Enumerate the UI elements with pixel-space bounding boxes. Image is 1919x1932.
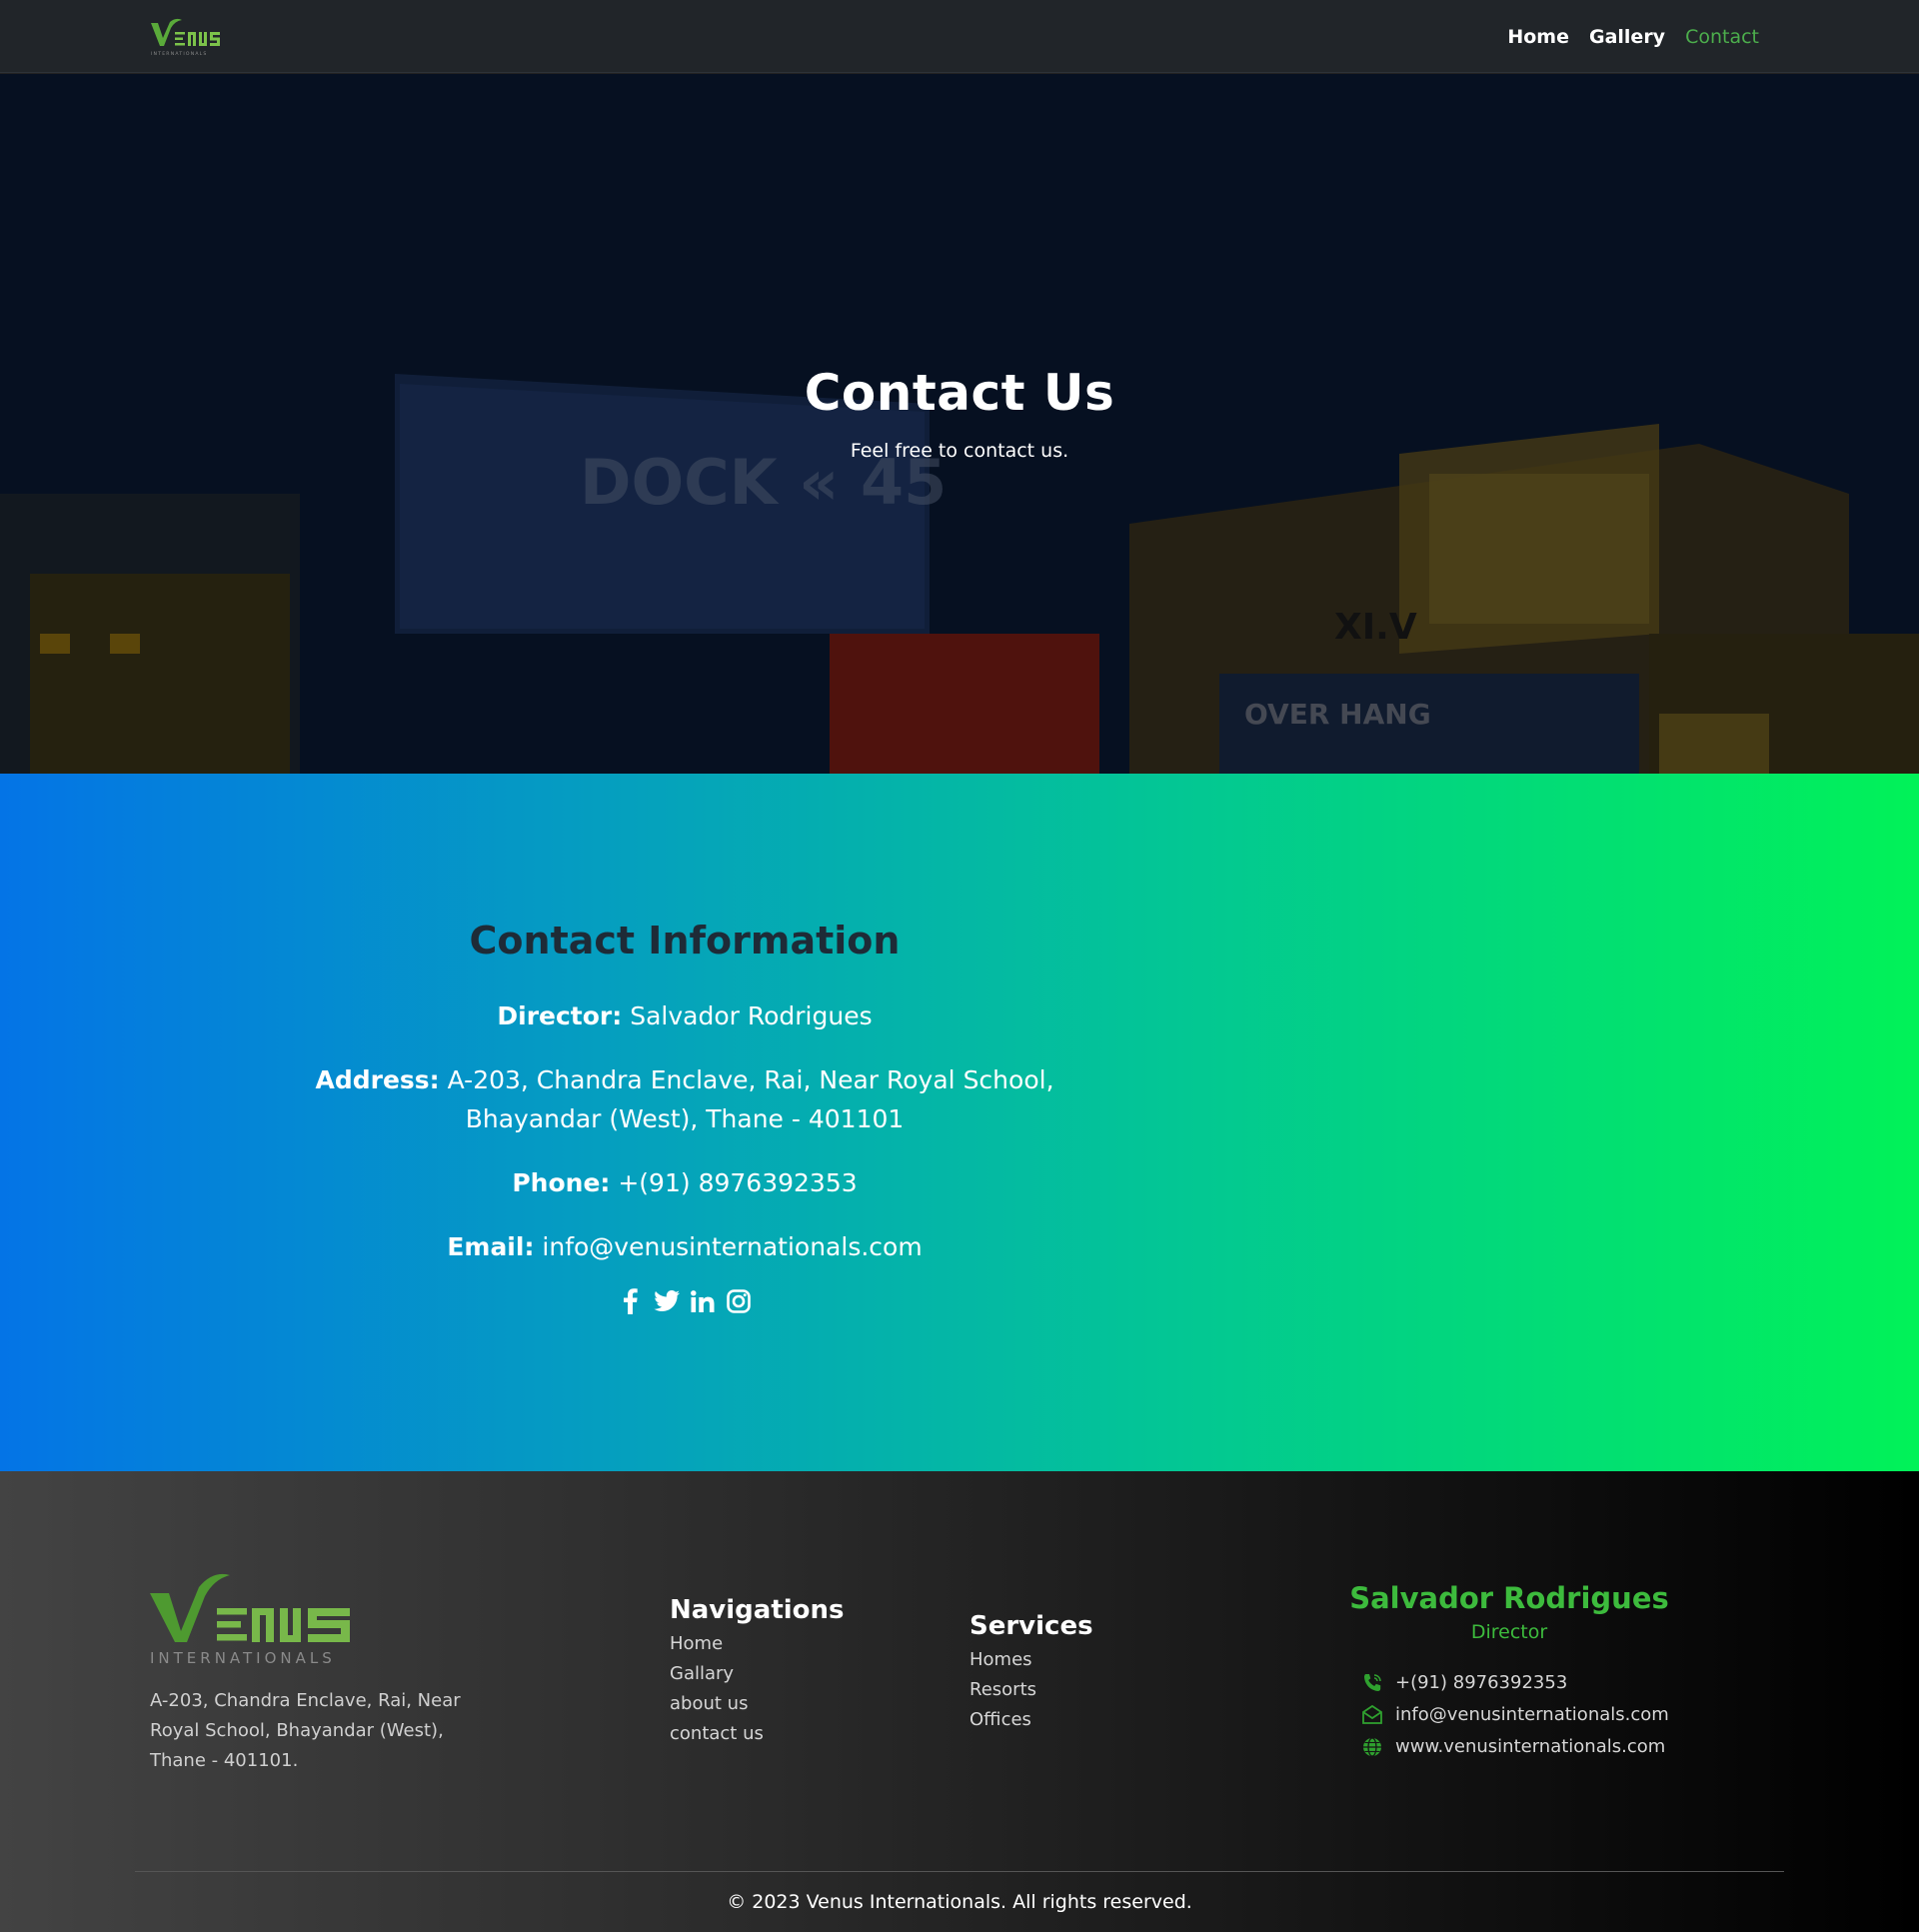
- footer-venus-logo[interactable]: INTERNATIONALS: [150, 1566, 350, 1666]
- footer-nav-title: Navigations: [670, 1595, 845, 1625]
- address-line: Address: A-203, Chandra Enclave, Rai, Ne…: [270, 1060, 1099, 1138]
- phone-icon: [1361, 1672, 1383, 1694]
- footer-nav-contact[interactable]: contact us: [670, 1719, 845, 1749]
- envelope-icon: [1361, 1704, 1383, 1726]
- footer-service-homes[interactable]: Homes: [969, 1645, 1093, 1675]
- instagram-icon[interactable]: [726, 1287, 752, 1315]
- email-line: Email: info@venusinternationals.com: [270, 1227, 1099, 1266]
- contact-info-section: Contact Information Director: Salvador R…: [0, 774, 1919, 1471]
- facebook-icon[interactable]: [618, 1287, 644, 1315]
- footer-services: Services Homes Resorts Offices: [969, 1611, 1093, 1735]
- footer-website-text: www.venusinternationals.com: [1395, 1736, 1666, 1757]
- email-label: Email:: [447, 1232, 535, 1261]
- hero-subtitle: Feel free to contact us.: [850, 440, 1069, 462]
- footer-email-text: info@venusinternationals.com: [1395, 1704, 1669, 1725]
- page-footer: INTERNATIONALS A-203, Chandra Enclave, R…: [0, 1471, 1919, 1932]
- svg-text:INTERNATIONALS: INTERNATIONALS: [151, 51, 208, 57]
- contact-info-title: Contact Information: [469, 919, 901, 963]
- phone-line: Phone: +(91) 8976392353: [270, 1163, 1099, 1202]
- address-label: Address:: [315, 1065, 440, 1094]
- footer-director-name: Salvador Rodrigues: [1349, 1581, 1669, 1615]
- footer-service-resorts[interactable]: Resorts: [969, 1675, 1093, 1705]
- director-value: Salvador Rodrigues: [630, 1001, 873, 1030]
- footer-contact-list: +(91) 8976392353 info@venusinternational…: [1361, 1667, 1719, 1763]
- director-label: Director:: [497, 1001, 623, 1030]
- footer-phone-text: +(91) 8976392353: [1395, 1672, 1568, 1693]
- nav-links: Home Gallery Contact: [1507, 0, 1759, 73]
- footer-service-offices[interactable]: Offices: [969, 1705, 1093, 1735]
- hero-title: Contact Us: [804, 364, 1115, 422]
- footer-address: A-203, Chandra Enclave, Rai, Near Royal …: [150, 1690, 461, 1771]
- social-links: [270, 1287, 1099, 1315]
- footer-website-row[interactable]: www.venusinternationals.com: [1361, 1731, 1719, 1763]
- svg-text:INTERNATIONALS: INTERNATIONALS: [150, 1649, 336, 1666]
- director-line: Director: Salvador Rodrigues: [270, 996, 1099, 1035]
- nav-contact-link[interactable]: Contact: [1685, 26, 1759, 48]
- top-navbar: INTERNATIONALS Home Gallery Contact: [0, 0, 1919, 73]
- linkedin-icon[interactable]: [690, 1287, 716, 1315]
- footer-copyright: © 2023 Venus Internationals. All rights …: [727, 1891, 1192, 1913]
- footer-navigations: Navigations Home Gallary about us contac…: [670, 1595, 845, 1749]
- address-value: A-203, Chandra Enclave, Rai, Near Royal …: [447, 1065, 1054, 1133]
- globe-icon: [1361, 1736, 1383, 1758]
- footer-nav-home[interactable]: Home: [670, 1629, 845, 1659]
- footer-services-title: Services: [969, 1611, 1093, 1641]
- footer-divider: [135, 1871, 1784, 1872]
- footer-email-row[interactable]: info@venusinternationals.com: [1361, 1699, 1719, 1731]
- phone-label: Phone:: [512, 1168, 611, 1197]
- footer-nav-gallary[interactable]: Gallary: [670, 1659, 845, 1689]
- nav-gallery-link[interactable]: Gallery: [1589, 26, 1665, 48]
- venus-logo[interactable]: INTERNATIONALS: [150, 18, 226, 58]
- footer-director-role: Director: [1470, 1621, 1548, 1643]
- nav-home-link[interactable]: Home: [1507, 26, 1569, 48]
- footer-director-card: Salvador Rodrigues Director +(91) 897639…: [1299, 1581, 1719, 1763]
- contact-info-box: Contact Information Director: Salvador R…: [270, 919, 1099, 1315]
- phone-value[interactable]: +(91) 8976392353: [618, 1168, 857, 1197]
- hero-banner: DOCK « 45 XI.V OVER HANG Contact Us Feel…: [0, 74, 1919, 774]
- footer-phone-row[interactable]: +(91) 8976392353: [1361, 1667, 1719, 1699]
- footer-nav-about[interactable]: about us: [670, 1689, 845, 1719]
- twitter-icon[interactable]: [654, 1287, 680, 1315]
- email-value[interactable]: info@venusinternationals.com: [542, 1232, 922, 1261]
